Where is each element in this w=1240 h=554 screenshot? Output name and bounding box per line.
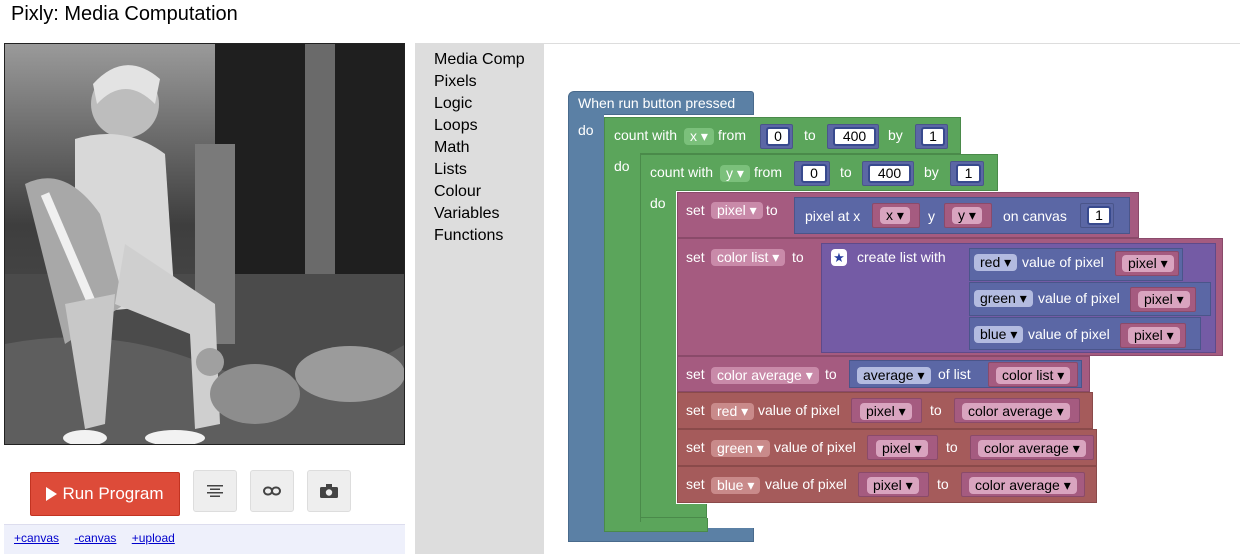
value-of-pixel-label: value of pixel bbox=[758, 402, 840, 418]
set-label: set bbox=[686, 439, 705, 455]
toolbox-logic[interactable]: Logic bbox=[434, 95, 472, 113]
align-lines-icon bbox=[207, 485, 223, 497]
to-label: to bbox=[825, 366, 837, 382]
green-channel-dropdown[interactable]: green ▾ bbox=[711, 440, 770, 457]
pixel-at-label: pixel at x bbox=[805, 208, 861, 224]
to-label: to bbox=[840, 164, 852, 180]
page-title: Pixly: Media Computation bbox=[11, 3, 238, 25]
red-channel-dropdown[interactable]: red ▾ bbox=[711, 403, 755, 420]
var-color-average-dropdown[interactable]: color average ▾ bbox=[969, 477, 1077, 494]
of-list-label: of list bbox=[938, 366, 971, 382]
var-pixel-dropdown[interactable]: pixel ▾ bbox=[867, 477, 919, 494]
upload-link[interactable]: +upload bbox=[132, 531, 175, 545]
value-of-pixel-label: value of pixel bbox=[774, 439, 856, 455]
toolbox: Media Comp Pixels Logic Loops Math Lists… bbox=[415, 44, 544, 554]
to-label: to bbox=[946, 439, 958, 455]
loop-var-x-dropdown[interactable]: x ▾ bbox=[684, 128, 714, 145]
canvas-links-bar: +canvas -canvas +upload bbox=[4, 524, 405, 554]
camera-icon bbox=[320, 484, 338, 498]
to-x-value[interactable]: 400 bbox=[833, 127, 876, 146]
run-program-button[interactable]: Run Program bbox=[30, 472, 180, 516]
var-pixel-dropdown[interactable]: pixel ▾ bbox=[1122, 255, 1174, 272]
do-label: do bbox=[614, 158, 630, 174]
link-icon bbox=[263, 486, 281, 496]
green-channel-dropdown[interactable]: green ▾ bbox=[974, 290, 1033, 307]
set-label: set bbox=[686, 249, 705, 265]
var-pixel-dropdown[interactable]: pixel ▾ bbox=[1128, 327, 1180, 344]
var-color-average-dropdown[interactable]: color average ▾ bbox=[978, 440, 1086, 457]
by-x-value[interactable]: 1 bbox=[921, 127, 945, 146]
value-of-pixel-label: value of pixel bbox=[1028, 326, 1110, 342]
create-list-label: create list with bbox=[857, 249, 946, 265]
when-run-label: When run button pressed bbox=[578, 95, 736, 111]
count-x-label: count with bbox=[614, 127, 678, 143]
to-label: to bbox=[930, 402, 942, 418]
var-color-average-dropdown[interactable]: color average ▾ bbox=[711, 367, 819, 384]
toolbox-colour[interactable]: Colour bbox=[434, 183, 481, 201]
on-canvas-label: on canvas bbox=[1003, 208, 1067, 224]
to-label: to bbox=[937, 476, 949, 492]
camera-button[interactable] bbox=[307, 470, 351, 512]
blocks-workspace[interactable]: When run button pressed do count with x … bbox=[544, 44, 1240, 554]
y-label: y bbox=[928, 208, 935, 224]
toolbox-variables[interactable]: Variables bbox=[434, 205, 500, 223]
var-pixel-dropdown[interactable]: pixel ▾ bbox=[711, 202, 763, 219]
by-y-value[interactable]: 1 bbox=[956, 164, 981, 183]
photo-illustration bbox=[5, 44, 404, 444]
blue-channel-dropdown[interactable]: blue ▾ bbox=[711, 477, 761, 494]
toolbox-loops[interactable]: Loops bbox=[434, 117, 478, 135]
var-x-dropdown[interactable]: x ▾ bbox=[880, 207, 910, 224]
toolbox-functions[interactable]: Functions bbox=[434, 227, 503, 245]
remove-canvas-link[interactable]: -canvas bbox=[74, 531, 116, 545]
format-code-button[interactable] bbox=[193, 470, 237, 512]
set-label: set bbox=[686, 476, 705, 492]
average-op-dropdown[interactable]: average ▾ bbox=[857, 367, 931, 384]
by-label: by bbox=[888, 127, 903, 143]
set-label: set bbox=[686, 202, 705, 218]
mutator-gear-icon[interactable]: ★ bbox=[831, 249, 847, 266]
red-channel-dropdown[interactable]: red ▾ bbox=[974, 254, 1018, 271]
left-panel: Run Program +canvas -canvas +upload bbox=[4, 43, 406, 554]
loop-var-y-dropdown[interactable]: y ▾ bbox=[720, 165, 750, 182]
var-y-dropdown[interactable]: y ▾ bbox=[952, 207, 982, 224]
var-pixel-dropdown[interactable]: pixel ▾ bbox=[876, 440, 928, 457]
to-label: to bbox=[804, 127, 816, 143]
count-y-body bbox=[640, 190, 676, 522]
var-color-list-dropdown[interactable]: color list ▾ bbox=[711, 249, 786, 266]
do-label: do bbox=[578, 122, 594, 138]
link-button[interactable] bbox=[250, 470, 294, 512]
value-of-pixel-label: value of pixel bbox=[1038, 290, 1120, 306]
count-y-foot bbox=[640, 504, 707, 518]
canvas-number-value[interactable]: 1 bbox=[1087, 206, 1111, 225]
count-y-label: count with bbox=[650, 164, 714, 180]
run-program-label: Run Program bbox=[62, 484, 164, 503]
toolbox-media-comp[interactable]: Media Comp bbox=[434, 51, 525, 69]
set-label: set bbox=[686, 366, 705, 382]
from-x-value[interactable]: 0 bbox=[766, 127, 790, 146]
blue-channel-dropdown[interactable]: blue ▾ bbox=[974, 326, 1024, 343]
count-x-body bbox=[604, 153, 640, 532]
when-run-block-body bbox=[568, 114, 604, 542]
value-of-pixel-label: value of pixel bbox=[1022, 254, 1104, 270]
to-y-value[interactable]: 400 bbox=[868, 164, 911, 183]
var-color-average-dropdown[interactable]: color average ▾ bbox=[962, 403, 1070, 420]
toolbox-lists[interactable]: Lists bbox=[434, 161, 467, 179]
toolbox-pixels[interactable]: Pixels bbox=[434, 73, 477, 91]
set-label: set bbox=[686, 402, 705, 418]
to-label: to bbox=[766, 202, 778, 218]
value-of-pixel-label: value of pixel bbox=[765, 476, 847, 492]
do-label: do bbox=[650, 195, 666, 211]
to-label: to bbox=[792, 249, 804, 265]
var-pixel-dropdown[interactable]: pixel ▾ bbox=[1138, 291, 1190, 308]
var-color-list-dropdown[interactable]: color list ▾ bbox=[996, 367, 1071, 384]
from-label: from bbox=[718, 127, 746, 143]
canvas-image[interactable] bbox=[4, 43, 405, 445]
add-canvas-link[interactable]: +canvas bbox=[14, 531, 59, 545]
toolbox-math[interactable]: Math bbox=[434, 139, 470, 157]
play-icon bbox=[46, 487, 58, 501]
from-y-value[interactable]: 0 bbox=[801, 164, 827, 183]
from-label: from bbox=[754, 164, 782, 180]
var-pixel-dropdown[interactable]: pixel ▾ bbox=[860, 403, 912, 420]
by-label: by bbox=[924, 164, 939, 180]
